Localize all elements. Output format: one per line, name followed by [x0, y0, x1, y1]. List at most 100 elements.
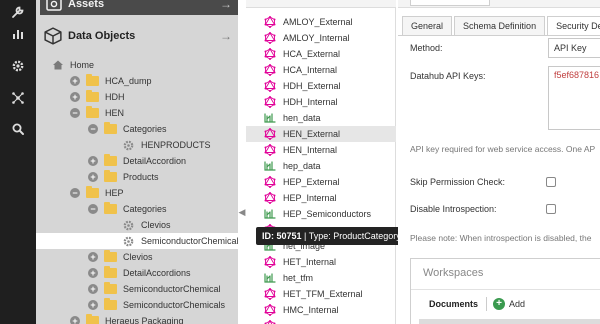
add-workspace-button[interactable]: + Add: [493, 297, 525, 310]
object-gear-icon: [122, 139, 135, 152]
tree-item[interactable]: + DetailAccordion: [36, 153, 238, 169]
config-list-item[interactable]: [246, 318, 396, 324]
config-list-item[interactable]: HET_TFM_External: [246, 286, 396, 302]
transform-icon: [264, 160, 276, 172]
folder-icon: [104, 298, 117, 310]
config-list-item-label: HDH_External: [283, 81, 341, 91]
config-list-item[interactable]: HMC_Internal: [246, 302, 396, 318]
config-list-item-label: AMLOY_External: [283, 17, 353, 27]
config-list-item[interactable]: het_tfm: [246, 270, 396, 286]
tree-item[interactable]: + HDH: [36, 89, 238, 105]
expand-icon[interactable]: +: [88, 300, 98, 310]
graphql-icon: [264, 320, 276, 324]
collapse-icon[interactable]: −: [70, 188, 80, 198]
tree-item[interactable]: + Heraeus Packaging: [36, 313, 238, 324]
folder-icon: [86, 186, 99, 198]
toolbar-separator: [486, 296, 488, 311]
expand-icon[interactable]: +: [88, 284, 98, 294]
tab-general[interactable]: General: [402, 16, 453, 36]
object-gear-icon: [122, 235, 135, 248]
folder-icon: [104, 122, 117, 134]
object-gear-icon: [122, 219, 135, 232]
config-list-item[interactable]: HEP_External: [246, 174, 396, 190]
config-list-item[interactable]: HDH_Internal: [246, 94, 396, 110]
folder-icon: [86, 314, 99, 324]
main-nav-rail: [0, 0, 36, 324]
chart-icon: [13, 30, 23, 39]
method-select[interactable]: API Key: [548, 38, 600, 58]
config-list-item[interactable]: HDH_External: [246, 78, 396, 94]
tree-item[interactable]: Clevios: [36, 217, 238, 233]
tab-schema-definition[interactable]: Schema Definition: [454, 16, 546, 36]
assets-section-header[interactable]: Assets →: [40, 0, 238, 15]
config-list-item[interactable]: HEP_Semiconductors: [246, 206, 396, 222]
expand-icon[interactable]: +: [88, 268, 98, 278]
config-list-item[interactable]: HCA_External: [246, 46, 396, 62]
config-list-item[interactable]: HET_Internal: [246, 254, 396, 270]
tree-item[interactable]: + Products: [36, 169, 238, 185]
tab-security-definition[interactable]: Security De: [547, 16, 600, 36]
search-button[interactable]: [0, 113, 36, 145]
expand-icon[interactable]: +: [88, 252, 98, 262]
data-objects-section-header[interactable]: Data Objects →: [40, 22, 238, 50]
api-keys-textarea[interactable]: f5ef687816: [548, 66, 600, 130]
config-list-item[interactable]: HEN_External: [246, 126, 396, 142]
config-list-item[interactable]: AMLOY_Internal: [246, 30, 396, 46]
expand-icon[interactable]: +: [88, 156, 98, 166]
tree-item-label: HEN: [105, 108, 125, 118]
detail-tabs: General Schema Definition Security De: [402, 16, 600, 36]
panel-collapse-handle[interactable]: ◀: [238, 204, 246, 220]
tree-item[interactable]: − Categories: [36, 201, 238, 217]
disable-introspection-checkbox[interactable]: [546, 204, 556, 214]
expand-icon[interactable]: +: [70, 76, 80, 86]
settings-button[interactable]: [0, 50, 36, 82]
tree-item[interactable]: + SemiconductorChemical: [36, 281, 238, 297]
skip-permission-checkbox[interactable]: [546, 177, 556, 187]
tree-item[interactable]: − HEN: [36, 105, 238, 121]
config-list-item-label: HEP_Internal: [283, 193, 337, 203]
assets-expand-arrow-icon[interactable]: →: [220, 0, 232, 11]
introspection-note: Please note: When introspection is disab…: [410, 233, 592, 243]
config-list-item-label: HCA_External: [283, 49, 341, 59]
expand-icon[interactable]: +: [70, 92, 80, 102]
config-list-item[interactable]: AMLOY_External: [246, 14, 396, 30]
tree-item[interactable]: Home: [36, 57, 238, 73]
config-list-item[interactable]: HEN_Internal: [246, 142, 396, 158]
config-list-item[interactable]: hen_data: [246, 110, 396, 126]
tree-item[interactable]: + DetailAccordions: [36, 265, 238, 281]
collapse-icon[interactable]: −: [88, 124, 98, 134]
expand-icon[interactable]: +: [70, 316, 80, 324]
config-list-item[interactable]: hep_data: [246, 158, 396, 174]
tree-item-label: Heraeus Packaging: [105, 316, 184, 324]
list-toolbar: [246, 0, 396, 8]
tree-item-label: HEP: [105, 188, 124, 198]
transform-icon: [264, 272, 276, 284]
graphql-icon: [264, 288, 276, 300]
config-list-item-label: hen_data: [283, 113, 321, 123]
config-list-item-label: hep_data: [283, 161, 321, 171]
config-list-item[interactable]: HCA_Internal: [246, 62, 396, 78]
data-objects-expand-arrow-icon[interactable]: →: [220, 29, 232, 43]
tree-item[interactable]: SemiconductorChemical: [36, 233, 239, 249]
datahub-button[interactable]: [0, 82, 36, 114]
open-config-tab[interactable]: [410, 0, 490, 6]
collapse-icon[interactable]: −: [70, 108, 80, 118]
tooltip-separator: |: [304, 231, 307, 241]
config-list-item-label: het_tfm: [283, 273, 314, 283]
config-list-item[interactable]: HEP_Internal: [246, 190, 396, 206]
disable-introspection-label: Disable Introspection:: [410, 204, 497, 214]
tree-item[interactable]: + Clevios: [36, 249, 238, 265]
collapse-icon[interactable]: −: [88, 204, 98, 214]
expand-icon[interactable]: +: [88, 172, 98, 182]
tree-item[interactable]: + SemiconductorChemicals: [36, 297, 238, 313]
reports-button[interactable]: [0, 18, 36, 50]
network-icon: [12, 92, 24, 104]
tree-item[interactable]: HENPRODUCTS: [36, 137, 238, 153]
detail-tab-strip: [398, 0, 600, 8]
tree-item[interactable]: + HCA_dump: [36, 73, 238, 89]
wrench-icon: [12, 6, 24, 18]
folder-icon: [86, 90, 99, 102]
tree-item[interactable]: − HEP: [36, 185, 238, 201]
folder-icon: [104, 154, 117, 166]
tree-item[interactable]: − Categories: [36, 121, 238, 137]
